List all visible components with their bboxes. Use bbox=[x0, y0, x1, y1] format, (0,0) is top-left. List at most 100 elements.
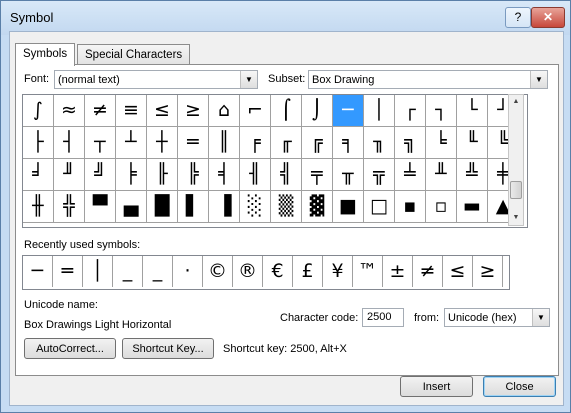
symbol-cell[interactable]: ≈ bbox=[54, 95, 85, 127]
symbol-cell[interactable]: ╝ bbox=[85, 159, 116, 191]
symbol-cell[interactable]: ╜ bbox=[54, 159, 85, 191]
symbol-cell[interactable]: ╫ bbox=[23, 191, 54, 223]
from-dropdown[interactable]: Unicode (hex) ▼ bbox=[444, 308, 550, 327]
tab-special-characters[interactable]: Special Characters bbox=[77, 44, 191, 65]
recent-symbol-cell[interactable]: │ bbox=[83, 256, 113, 287]
recent-symbol-cell[interactable]: © bbox=[203, 256, 233, 287]
symbol-cell[interactable]: ─ bbox=[333, 95, 364, 127]
symbol-grid-scrollbar[interactable]: ▲ ▼ bbox=[508, 94, 524, 226]
symbol-cell[interactable]: ╤ bbox=[302, 159, 333, 191]
symbol-cell[interactable]: ┌ bbox=[395, 95, 426, 127]
symbol-cell[interactable]: ╡ bbox=[209, 159, 240, 191]
symbol-cell[interactable]: ═ bbox=[178, 127, 209, 159]
symbol-cell[interactable]: ▐ bbox=[209, 191, 240, 223]
symbol-cell[interactable]: ▒ bbox=[271, 191, 302, 223]
symbol-cell[interactable]: ┬ bbox=[85, 127, 116, 159]
recent-symbol-cell[interactable]: ¥ bbox=[323, 256, 353, 287]
symbol-cell[interactable]: ╕ bbox=[333, 127, 364, 159]
recently-used-label: Recently used symbols: bbox=[24, 239, 141, 251]
title-bar: Symbol ? ✕ bbox=[1, 1, 570, 35]
symbol-cell[interactable]: █ bbox=[147, 191, 178, 223]
symbol-cell[interactable]: ▌ bbox=[178, 191, 209, 223]
symbol-cell[interactable]: ┤ bbox=[54, 127, 85, 159]
symbol-cell[interactable]: ≡ bbox=[116, 95, 147, 127]
shortcut-key-button[interactable]: Shortcut Key... bbox=[122, 338, 214, 359]
symbol-cell[interactable]: │ bbox=[364, 95, 395, 127]
symbol-cell[interactable]: ≠ bbox=[85, 95, 116, 127]
symbol-cell[interactable]: ▀ bbox=[85, 191, 116, 223]
symbol-cell[interactable]: ▓ bbox=[302, 191, 333, 223]
symbol-cell[interactable]: ╠ bbox=[178, 159, 209, 191]
font-dropdown[interactable]: (normal text) ▼ bbox=[54, 70, 258, 89]
recent-symbol-cell[interactable]: _ bbox=[143, 256, 173, 287]
tab-symbols[interactable]: Symbols bbox=[15, 43, 76, 66]
scroll-down-icon[interactable]: ▼ bbox=[509, 211, 523, 225]
dialog-client-area: Symbols Special Characters Font: (normal… bbox=[9, 31, 564, 406]
symbol-cell[interactable]: ▄ bbox=[116, 191, 147, 223]
scroll-up-icon[interactable]: ▲ bbox=[509, 95, 523, 109]
symbol-cell[interactable]: ╣ bbox=[271, 159, 302, 191]
symbol-cell[interactable]: ╬ bbox=[54, 191, 85, 223]
recent-symbol-cell[interactable]: ═ bbox=[53, 256, 83, 287]
recent-symbol-cell[interactable]: ™ bbox=[353, 256, 383, 287]
recent-symbol-cell[interactable]: £ bbox=[293, 256, 323, 287]
symbol-cell[interactable]: ⌂ bbox=[209, 95, 240, 127]
symbol-cell[interactable]: ╙ bbox=[457, 127, 488, 159]
symbol-cell[interactable]: ╞ bbox=[116, 159, 147, 191]
symbol-cell[interactable]: ├ bbox=[23, 127, 54, 159]
recent-symbol-cell[interactable]: ≤ bbox=[443, 256, 473, 287]
close-window-button[interactable]: ✕ bbox=[531, 7, 565, 28]
subset-dropdown[interactable]: Box Drawing ▼ bbox=[308, 70, 548, 89]
recent-symbol-cell[interactable]: € bbox=[263, 256, 293, 287]
recent-symbol-cell[interactable]: _ bbox=[113, 256, 143, 287]
symbol-cell[interactable]: ≥ bbox=[178, 95, 209, 127]
chevron-down-icon[interactable]: ▼ bbox=[240, 71, 257, 88]
symbol-cell[interactable]: ╖ bbox=[364, 127, 395, 159]
chevron-down-icon[interactable]: ▼ bbox=[532, 309, 549, 326]
symbol-cell[interactable]: ╒ bbox=[240, 127, 271, 159]
symbol-cell[interactable]: ▪ bbox=[395, 191, 426, 223]
chevron-down-icon[interactable]: ▼ bbox=[530, 71, 547, 88]
symbol-cell[interactable]: ╢ bbox=[240, 159, 271, 191]
symbol-cell[interactable]: ╘ bbox=[426, 127, 457, 159]
symbol-cell[interactable]: ┼ bbox=[147, 127, 178, 159]
symbol-cell[interactable]: ┴ bbox=[116, 127, 147, 159]
symbol-cell[interactable]: ╔ bbox=[302, 127, 333, 159]
symbol-cell[interactable]: ┐ bbox=[426, 95, 457, 127]
symbol-cell[interactable]: ▫ bbox=[426, 191, 457, 223]
symbol-cell[interactable]: ║ bbox=[209, 127, 240, 159]
symbol-cell[interactable]: ∫ bbox=[23, 95, 54, 127]
symbol-cell[interactable]: ╧ bbox=[395, 159, 426, 191]
symbol-cell[interactable]: ⌐ bbox=[240, 95, 271, 127]
symbol-cell[interactable]: ▬ bbox=[457, 191, 488, 223]
autocorrect-button[interactable]: AutoCorrect... bbox=[24, 338, 116, 359]
character-code-input[interactable]: 2500 bbox=[362, 308, 404, 327]
symbol-cell[interactable]: ╗ bbox=[395, 127, 426, 159]
symbol-cell[interactable]: ░ bbox=[240, 191, 271, 223]
scroll-thumb[interactable] bbox=[510, 181, 522, 199]
symbol-cell[interactable]: ╛ bbox=[23, 159, 54, 191]
symbol-cell[interactable]: ╩ bbox=[457, 159, 488, 191]
symbol-cell[interactable]: ■ bbox=[333, 191, 364, 223]
close-button[interactable]: Close bbox=[483, 376, 556, 397]
symbol-cell[interactable]: └ bbox=[457, 95, 488, 127]
recent-symbol-cell[interactable]: · bbox=[173, 256, 203, 287]
symbol-cell[interactable]: □ bbox=[364, 191, 395, 223]
symbol-cell[interactable]: ≤ bbox=[147, 95, 178, 127]
recent-symbol-cell[interactable]: ® bbox=[233, 256, 263, 287]
unicode-name-label: Unicode name: bbox=[24, 299, 98, 311]
recent-symbol-cell[interactable]: ─ bbox=[23, 256, 53, 287]
symbol-cell[interactable]: ╨ bbox=[426, 159, 457, 191]
tab-symbols-label: Symbols bbox=[23, 48, 68, 60]
insert-button[interactable]: Insert bbox=[400, 376, 473, 397]
recent-symbol-cell[interactable]: ≠ bbox=[413, 256, 443, 287]
symbol-cell[interactable]: ⌡ bbox=[302, 95, 333, 127]
symbol-cell[interactable]: ╟ bbox=[147, 159, 178, 191]
symbol-cell[interactable]: ╓ bbox=[271, 127, 302, 159]
symbol-cell[interactable]: ⌠ bbox=[271, 95, 302, 127]
help-button[interactable]: ? bbox=[505, 7, 531, 28]
recent-symbol-cell[interactable]: ≥ bbox=[473, 256, 503, 287]
recent-symbol-cell[interactable]: ± bbox=[383, 256, 413, 287]
symbol-cell[interactable]: ╦ bbox=[364, 159, 395, 191]
symbol-cell[interactable]: ╥ bbox=[333, 159, 364, 191]
